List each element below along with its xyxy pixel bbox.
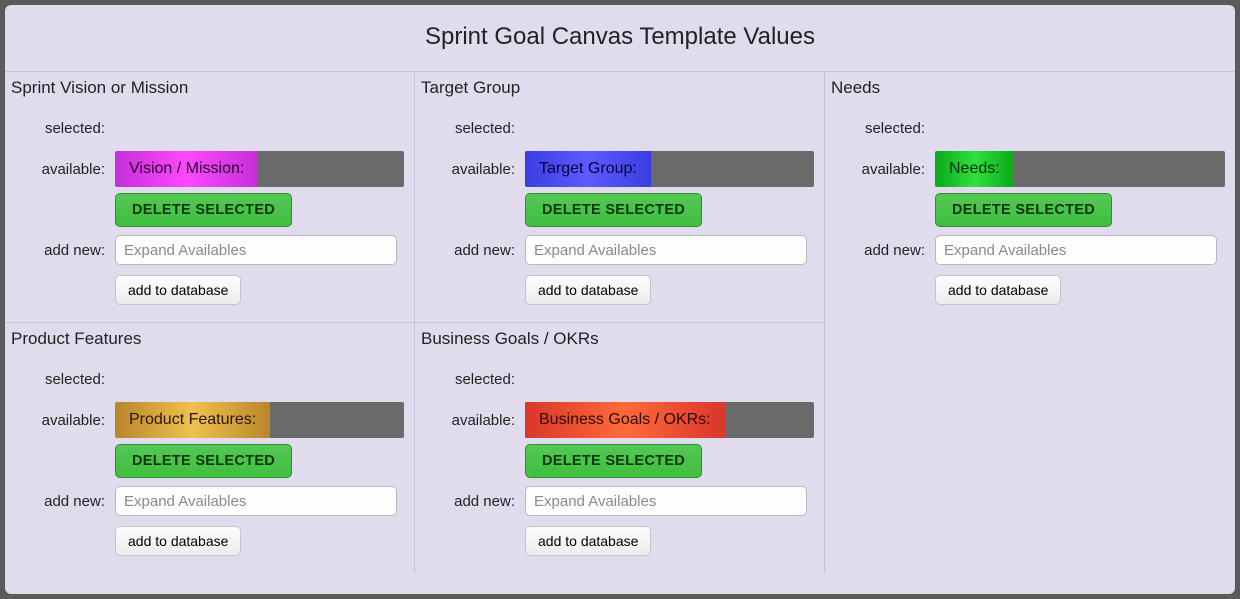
add-new-input[interactable] [115, 235, 397, 265]
available-tag-label: Product Features: [115, 402, 270, 438]
add-new-input[interactable] [935, 235, 1217, 265]
add-to-database-button[interactable]: add to database [525, 275, 651, 305]
selected-label: selected: [835, 120, 927, 137]
selected-label: selected: [425, 120, 517, 137]
available-tag-label: Business Goals / OKRs: [525, 402, 725, 438]
add-new-label: add new: [15, 493, 107, 510]
add-new-input[interactable] [525, 486, 807, 516]
section-title-features: Product Features [11, 329, 408, 349]
available-tag-empty [258, 151, 404, 187]
available-tag-empty [270, 402, 404, 438]
available-tag-target[interactable]: Target Group: [525, 151, 814, 187]
selected-label: selected: [15, 120, 107, 137]
add-to-database-button[interactable]: add to database [115, 526, 241, 556]
add-new-label: add new: [425, 493, 517, 510]
section-title-goals: Business Goals / OKRs [421, 329, 818, 349]
available-label: available: [425, 412, 517, 429]
add-to-database-button[interactable]: add to database [115, 275, 241, 305]
add-new-label: add new: [835, 242, 927, 259]
available-label: available: [835, 161, 927, 178]
section-title-vision: Sprint Vision or Mission [11, 78, 408, 98]
add-new-input[interactable] [525, 235, 807, 265]
add-new-input[interactable] [115, 486, 397, 516]
page-title: Sprint Goal Canvas Template Values [5, 5, 1235, 71]
available-tag-needs[interactable]: Needs: [935, 151, 1225, 187]
available-tag-label: Target Group: [525, 151, 651, 187]
available-tag-label: Needs: [935, 151, 1014, 187]
available-tag-empty [651, 151, 814, 187]
selected-label: selected: [15, 371, 107, 388]
delete-selected-button[interactable]: DELETE SELECTED [115, 444, 292, 478]
available-tag-empty [1014, 151, 1225, 187]
selected-label: selected: [425, 371, 517, 388]
delete-selected-button[interactable]: DELETE SELECTED [935, 193, 1112, 227]
available-label: available: [15, 412, 107, 429]
available-tag-vision[interactable]: Vision / Mission: [115, 151, 404, 187]
available-label: available: [15, 161, 107, 178]
delete-selected-button[interactable]: DELETE SELECTED [525, 193, 702, 227]
available-tag-features[interactable]: Product Features: [115, 402, 404, 438]
available-tag-label: Vision / Mission: [115, 151, 258, 187]
delete-selected-button[interactable]: DELETE SELECTED [525, 444, 702, 478]
add-to-database-button[interactable]: add to database [935, 275, 1061, 305]
add-new-label: add new: [15, 242, 107, 259]
section-title-target: Target Group [421, 78, 818, 98]
available-label: available: [425, 161, 517, 178]
available-tag-goals[interactable]: Business Goals / OKRs: [525, 402, 814, 438]
section-title-needs: Needs [831, 78, 1229, 98]
add-new-label: add new: [425, 242, 517, 259]
add-to-database-button[interactable]: add to database [525, 526, 651, 556]
available-tag-empty [725, 402, 814, 438]
delete-selected-button[interactable]: DELETE SELECTED [115, 193, 292, 227]
